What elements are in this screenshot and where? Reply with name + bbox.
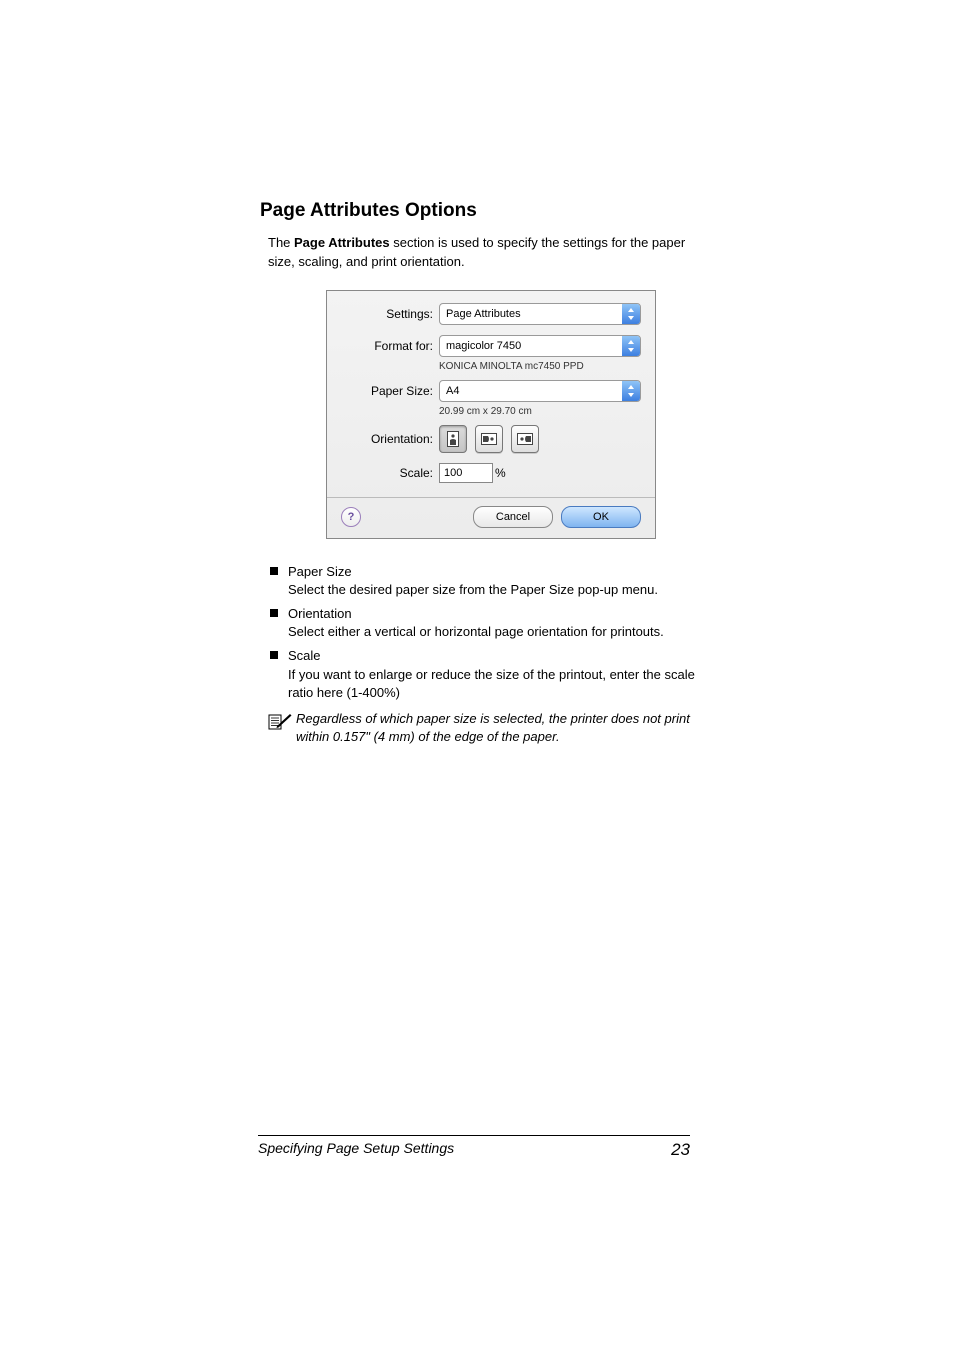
note-icon — [268, 710, 296, 735]
cancel-button[interactable]: Cancel — [473, 506, 553, 528]
bullet-paper-size: Paper Size Select the desired paper size… — [268, 563, 714, 599]
format-for-label: Format for: — [341, 339, 439, 353]
format-for-popup-value: magicolor 7450 — [440, 340, 622, 352]
format-for-popup[interactable]: magicolor 7450 — [439, 335, 641, 357]
format-for-subtext: KONICA MINOLTA mc7450 PPD — [439, 361, 641, 372]
orientation-portrait-button[interactable] — [439, 425, 467, 453]
bullet-title: Orientation — [288, 606, 352, 621]
popup-arrows-icon — [622, 336, 640, 356]
intro-strong: Page Attributes — [294, 235, 390, 250]
ok-button[interactable]: OK — [561, 506, 641, 528]
bullet-list: Paper Size Select the desired paper size… — [268, 563, 714, 702]
page-setup-dialog: Settings: Page Attributes Format for: ma… — [326, 290, 656, 539]
bullet-scale: Scale If you want to enlarge or reduce t… — [268, 647, 714, 702]
settings-popup-value: Page Attributes — [440, 308, 622, 320]
orientation-landscape-right-button[interactable] — [511, 425, 539, 453]
bullet-text: If you want to enlarge or reduce the siz… — [288, 666, 714, 702]
settings-row: Settings: Page Attributes — [341, 303, 641, 325]
format-row: Format for: magicolor 7450 — [341, 335, 641, 357]
orientation-row: Orientation: — [341, 425, 641, 453]
dialog-screenshot: Settings: Page Attributes Format for: ma… — [268, 290, 714, 539]
bullet-text: Select the desired paper size from the P… — [288, 581, 714, 599]
popup-arrows-icon — [622, 381, 640, 401]
note-row: Regardless of which paper size is select… — [268, 710, 714, 746]
portrait-icon — [446, 431, 460, 447]
paper-size-row: Paper Size: A4 — [341, 380, 641, 402]
bullet-title: Paper Size — [288, 564, 352, 579]
landscape-left-icon — [481, 432, 497, 446]
orientation-group — [439, 425, 539, 453]
paper-size-popup[interactable]: A4 — [439, 380, 641, 402]
footer-page-number: 23 — [671, 1140, 690, 1160]
section-heading: Page Attributes Options — [260, 200, 714, 222]
dialog-separator — [327, 497, 655, 498]
bullet-orientation: Orientation Select either a vertical or … — [268, 605, 714, 641]
scale-label: Scale: — [341, 466, 439, 480]
intro-paragraph: The Page Attributes section is used to s… — [268, 234, 714, 272]
paper-size-popup-value: A4 — [440, 385, 622, 397]
scale-input[interactable] — [439, 463, 493, 483]
scale-row: Scale: % — [341, 463, 641, 483]
settings-label: Settings: — [341, 307, 439, 321]
scale-percent-label: % — [495, 466, 506, 480]
help-button[interactable]: ? — [341, 507, 361, 527]
footer-title: Specifying Page Setup Settings — [258, 1140, 454, 1160]
orientation-landscape-left-button[interactable] — [475, 425, 503, 453]
bullet-title: Scale — [288, 648, 321, 663]
dialog-footer: ? Cancel OK — [341, 506, 641, 528]
intro-text-before: The — [268, 235, 294, 250]
landscape-right-icon — [517, 432, 533, 446]
orientation-label: Orientation: — [341, 432, 439, 446]
settings-popup[interactable]: Page Attributes — [439, 303, 641, 325]
paper-size-label: Paper Size: — [341, 384, 439, 398]
note-text: Regardless of which paper size is select… — [296, 710, 714, 746]
document-page: Page Attributes Options The Page Attribu… — [0, 0, 954, 1350]
popup-arrows-icon — [622, 304, 640, 324]
paper-size-subtext: 20.99 cm x 29.70 cm — [439, 406, 641, 417]
page-footer: Specifying Page Setup Settings 23 — [258, 1135, 690, 1160]
bullet-text: Select either a vertical or horizontal p… — [288, 623, 714, 641]
